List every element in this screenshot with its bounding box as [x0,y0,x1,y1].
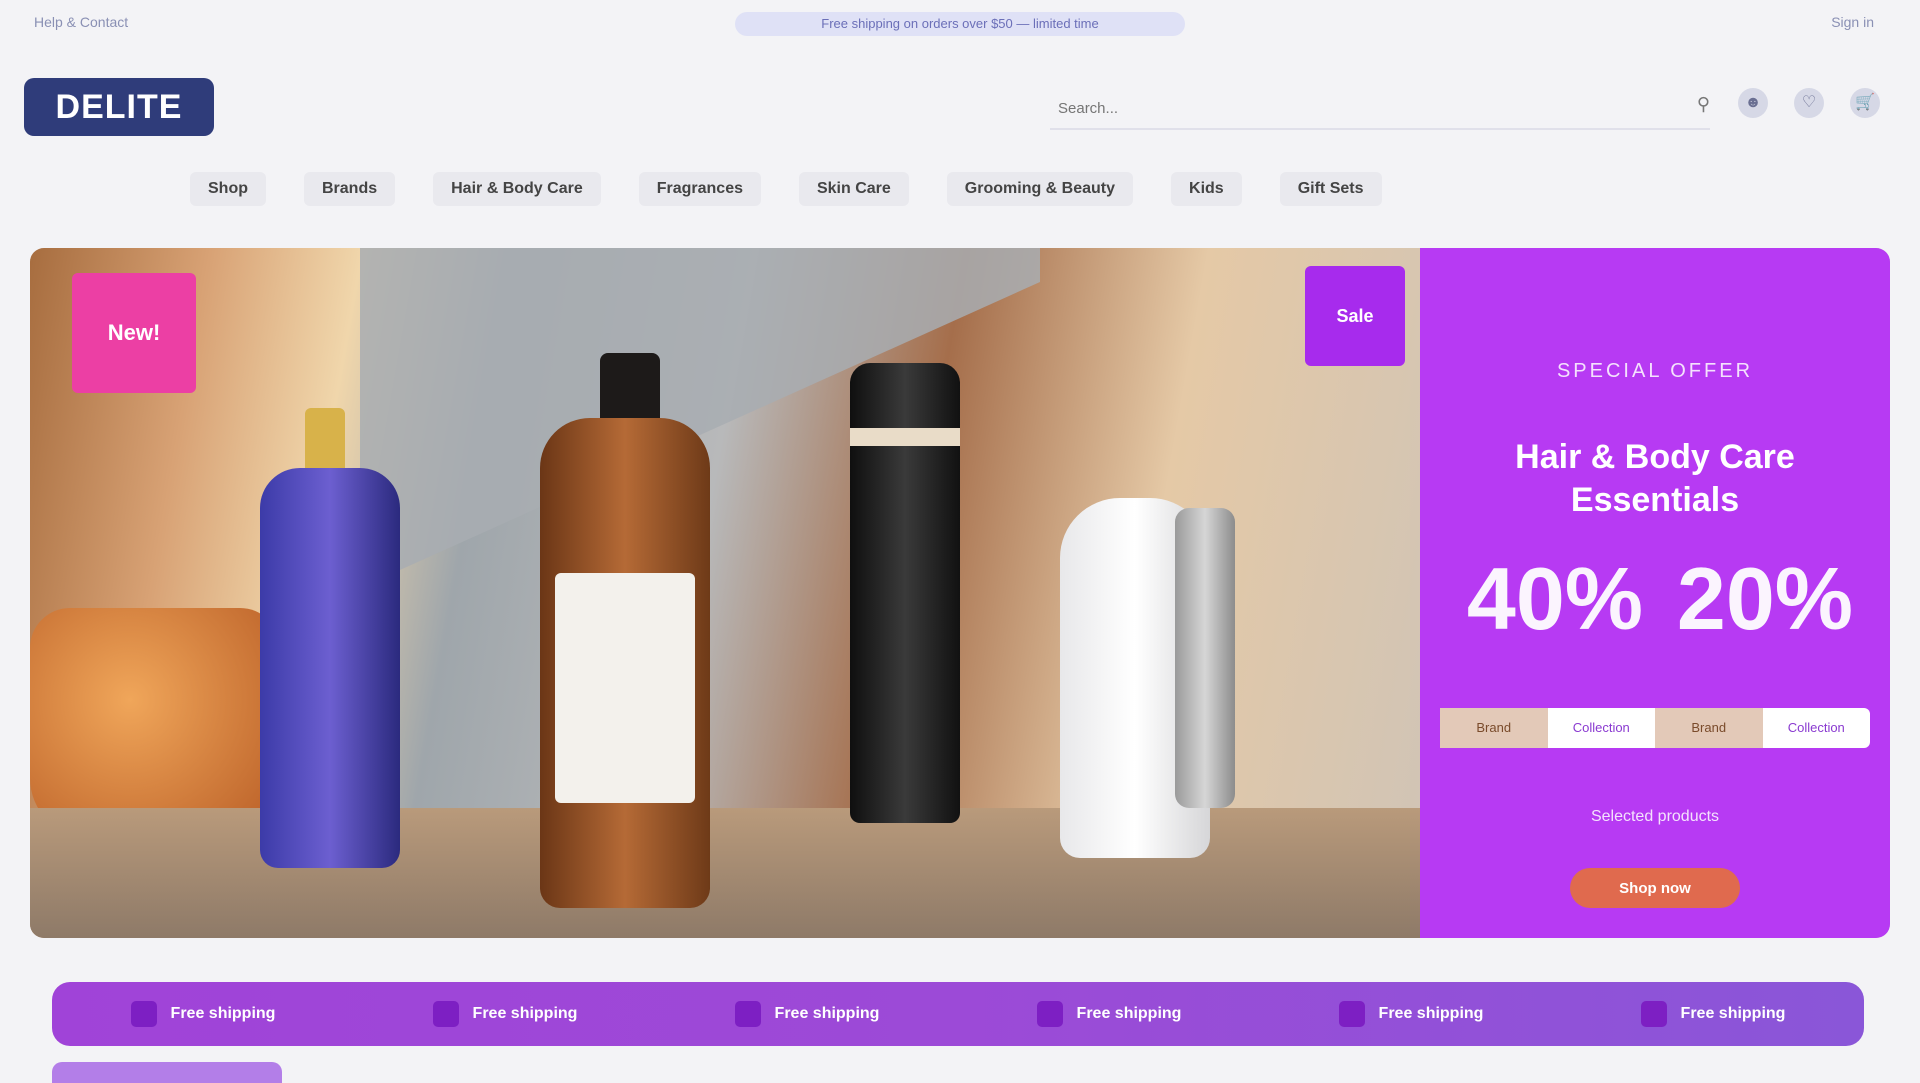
wishlist-icon[interactable]: ♡ [1794,88,1824,118]
nav-item-grooming-beauty[interactable]: Grooming & Beauty [946,172,1134,206]
nav-item-gift-sets[interactable]: Gift Sets [1279,172,1382,206]
main-nav: Shop Brands Hair & Body Care Fragrances … [190,168,1730,210]
silver-bottle [1175,508,1235,808]
site-header: DELITE ⚲ ☻ ♡ 🛒 [0,58,1920,156]
discount-values: 40% 20% [1450,548,1870,650]
amber-bottle-label [555,573,695,803]
ticker-item: Free shipping [1036,1001,1182,1027]
top-bar: Help & Contact Free shipping on orders o… [0,0,1920,48]
ticker-text: Free shipping [170,1005,276,1022]
brand-strip-item: Collection [1787,720,1845,735]
purple-bottle [260,468,400,868]
brand-strip: Brand Collection Brand Collection [1440,708,1870,748]
topbar-right-link[interactable]: Sign in [1831,14,1874,30]
promo-banner[interactable]: Free shipping on orders over $50 — limit… [735,12,1185,36]
brand-strip-item: Collection [1572,720,1630,735]
account-icon[interactable]: ☻ [1738,88,1768,118]
search-icon[interactable]: ⚲ [1697,94,1710,115]
ticker-mark-icon [432,1001,459,1027]
ticker-item: Free shipping [432,1001,578,1027]
ticker-mark-icon [734,1001,761,1027]
nav-item-hair-body-care[interactable]: Hair & Body Care [433,172,601,206]
ticker-text: Free shipping [1378,1005,1484,1022]
ticker-text: Free shipping [1680,1005,1786,1022]
ticker-mark-icon [1338,1001,1365,1027]
nav-item-fragrances[interactable]: Fragrances [638,172,761,206]
shop-now-button[interactable]: Shop now [1570,868,1740,908]
usp-ticker: Free shipping Free shipping Free shippin… [52,982,1864,1046]
ticker-item: Free shipping [734,1001,880,1027]
discount-value: 40% [1466,549,1644,648]
offer-subtext: Selected products [1590,808,1720,825]
new-badge: New! [72,273,196,393]
nav-item-brands[interactable]: Brands [304,172,396,206]
ticker-text: Free shipping [774,1005,880,1022]
black-bottle-band [850,428,960,446]
sale-badge: Sale [1305,266,1405,366]
photo-bowl [30,608,280,838]
ticker-item: Free shipping [130,1001,276,1027]
ticker-text: Free shipping [472,1005,578,1022]
ticker-mark-icon [1640,1001,1667,1027]
offer-panel: SPECIAL OFFER Hair & Body Care Essential… [1420,248,1890,938]
search-bar: ⚲ [1050,88,1710,130]
ticker-item: Free shipping [1640,1001,1786,1027]
ticker-mark-icon [1036,1001,1063,1027]
offer-kicker: SPECIAL OFFER [1556,360,1754,382]
ticker-mark-icon [130,1001,157,1027]
topbar-left-link[interactable]: Help & Contact [34,14,128,30]
hero-product-photo [30,248,1420,938]
brand-strip-item: Brand [1440,708,1548,748]
ticker-item: Free shipping [1338,1001,1484,1027]
nav-item-shop[interactable]: Shop [190,172,266,206]
brand-strip-item: Brand [1655,708,1763,748]
site-logo[interactable]: DELITE [24,78,214,136]
nav-item-kids[interactable]: Kids [1171,172,1242,206]
search-input[interactable] [1050,88,1680,128]
cart-icon[interactable]: 🛒 [1850,88,1880,118]
discount-value: 20% [1676,549,1854,648]
header-icons: ☻ ♡ 🛒 [1738,88,1880,118]
nav-item-skin-care[interactable]: Skin Care [798,172,909,206]
next-section-tab [52,1062,282,1083]
pump-top [600,353,660,428]
photo-counter [30,808,1420,938]
hero-banner[interactable]: New! Sale SPECIAL OFFER Hair & Body Care… [30,248,1890,938]
ticker-text: Free shipping [1076,1005,1182,1022]
offer-headline: Hair & Body Care Essentials [1515,438,1795,519]
